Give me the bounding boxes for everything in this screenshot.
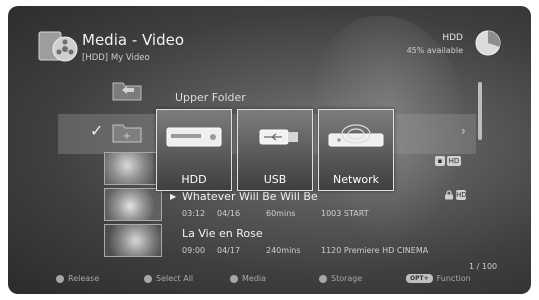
footer-storage[interactable]: Storage	[319, 274, 362, 283]
record-tag: ▪	[435, 156, 445, 166]
play-icon: ▶	[170, 192, 177, 201]
storage-option-label: USB	[263, 173, 287, 186]
storage-option-label: HDD	[181, 173, 207, 186]
thumbnail[interactable]	[104, 152, 162, 185]
opt-button-icon: OPT+	[406, 274, 433, 283]
media-folder-icon	[38, 31, 78, 62]
hd-badge: HD	[456, 190, 467, 200]
item-title[interactable]: Whatever Will Be Will Be	[182, 190, 318, 203]
footer-select-all[interactable]: Select All	[144, 274, 193, 283]
item-channel: 1003 START	[321, 209, 369, 218]
storage-option-label: Network	[333, 173, 379, 186]
thumbnail[interactable]	[104, 188, 162, 221]
item-date: 04/17	[217, 246, 241, 255]
item-date: 04/16	[217, 209, 241, 218]
footer-function[interactable]: OPT+ Function	[406, 274, 471, 283]
footer-media-label: Media	[242, 274, 267, 283]
scrollbar[interactable]	[478, 82, 482, 140]
item-time: 09:00	[182, 246, 206, 255]
storage-option-hdd[interactable]: HDD	[156, 109, 232, 191]
yellow-button-icon	[230, 274, 238, 283]
item-duration: 60mins	[266, 209, 296, 218]
breadcrumb: [HDD] My Video	[82, 53, 150, 63]
red-button-icon	[56, 274, 64, 283]
blue-button-icon	[319, 274, 327, 283]
svg-text:+: +	[123, 131, 131, 142]
footer-release-label: Release	[68, 274, 100, 283]
footer-media[interactable]: Media	[230, 274, 266, 283]
network-icon	[328, 124, 384, 147]
footer-release[interactable]: Release	[56, 274, 99, 283]
hd-badge: HD	[447, 156, 461, 166]
footer-select-all-label: Select All	[156, 274, 194, 283]
footer-function-label: Function	[436, 274, 471, 283]
page-indicator: 1 / 100	[469, 262, 498, 271]
thumbnail[interactable]	[104, 224, 162, 257]
storage-label: HDD	[442, 33, 463, 43]
lock-icon	[445, 190, 453, 200]
item-channel: 1120 Premiere HD CINEMA	[321, 246, 429, 255]
storage-available: 45% available	[406, 46, 463, 55]
item-duration: 240mins	[266, 246, 301, 255]
item-time: 03:12	[182, 209, 206, 218]
page-title: Media - Video	[82, 31, 185, 49]
footer-storage-label: Storage	[331, 274, 363, 283]
folder-up-icon[interactable]	[112, 79, 142, 101]
pie-chart-icon	[475, 30, 501, 56]
media-video-screen: Media - Video [HDD] My Video HDD 45% ava…	[8, 6, 531, 294]
chevron-right-icon: ›	[461, 124, 466, 138]
storage-option-network[interactable]: Network	[318, 109, 394, 191]
usb-icon	[259, 129, 298, 145]
upper-folder-label[interactable]: Upper Folder	[175, 91, 246, 104]
folder-add-icon[interactable]: +	[112, 121, 142, 143]
item-title[interactable]: La Vie en Rose	[182, 227, 263, 240]
hdd-icon	[166, 127, 222, 147]
check-icon: ✓	[90, 121, 104, 140]
green-button-icon	[144, 274, 152, 283]
storage-option-usb[interactable]: USB	[237, 109, 313, 191]
